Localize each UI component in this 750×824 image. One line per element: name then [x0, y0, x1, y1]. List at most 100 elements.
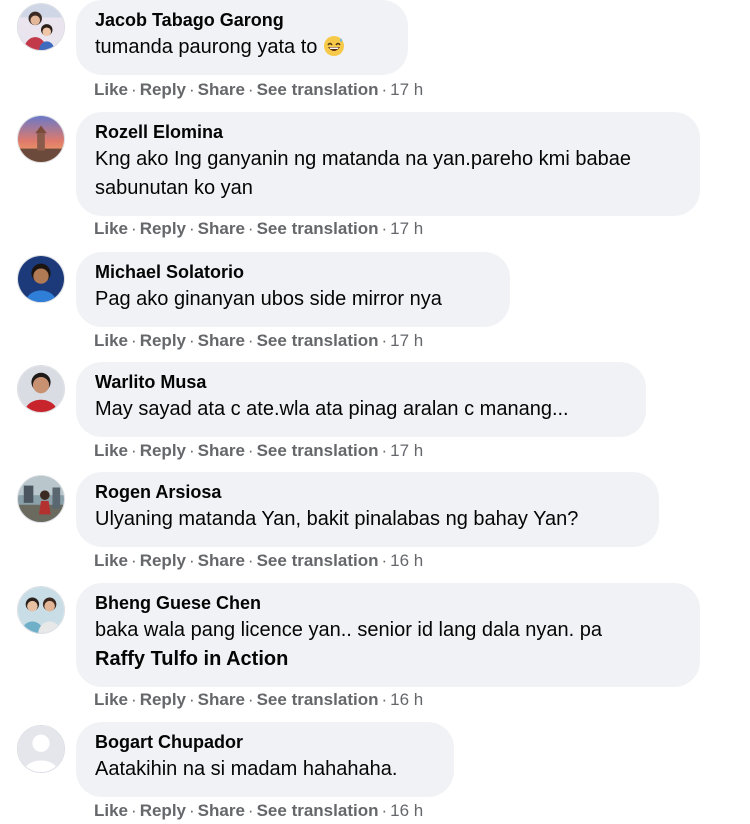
separator: ·	[189, 331, 195, 350]
comment-timestamp[interactable]: 16 h	[390, 551, 423, 570]
comment-author[interactable]: Warlito Musa	[95, 371, 627, 393]
separator: ·	[247, 801, 254, 820]
comment-actions: Like · Reply · Share · See translation · 17 h	[94, 441, 423, 461]
reply-link[interactable]: Reply	[140, 80, 186, 99]
separator: ·	[247, 80, 254, 99]
reply-link[interactable]: Reply	[140, 331, 186, 350]
comment-bubble: Rogen Arsiosa Ulyaning matanda Yan, baki…	[76, 472, 659, 547]
avatar-default-icon	[18, 726, 64, 772]
comment-timestamp[interactable]: 16 h	[390, 801, 423, 820]
comment-timestamp[interactable]: 16 h	[390, 690, 423, 709]
comment-timestamp[interactable]: 17 h	[390, 80, 423, 99]
share-link[interactable]: Share	[198, 551, 245, 570]
separator: ·	[131, 441, 137, 460]
avatar-man-red-icon	[18, 366, 64, 412]
comment-text: Ulyaning matanda Yan, bakit pinalabas ng…	[95, 508, 579, 530]
comment-text-body: tumanda paurong yata to	[95, 36, 318, 58]
comment-text: May sayad ata c ate.wla ata pinag aralan…	[95, 398, 569, 420]
comment-author[interactable]: Bogart Chupador	[95, 731, 435, 753]
comment-actions: Like · Reply · Share · See translation · 16 h	[94, 551, 423, 571]
see-translation-link[interactable]: See translation	[257, 331, 379, 350]
reply-link[interactable]: Reply	[140, 219, 186, 238]
comment-author[interactable]: Michael Solatorio	[95, 261, 491, 283]
like-link[interactable]: Like	[94, 551, 128, 570]
share-link[interactable]: Share	[198, 441, 245, 460]
see-translation-link[interactable]: See translation	[257, 80, 379, 99]
like-link[interactable]: Like	[94, 801, 128, 820]
separator: ·	[247, 331, 254, 350]
comment-actions: Like · Reply · Share · See translation · 17 h	[94, 80, 423, 100]
comment-timestamp[interactable]: 17 h	[390, 441, 423, 460]
reply-link[interactable]: Reply	[140, 441, 186, 460]
see-translation-link[interactable]: See translation	[257, 690, 379, 709]
separator: ·	[131, 331, 137, 350]
reply-link[interactable]: Reply	[140, 690, 186, 709]
share-link[interactable]: Share	[198, 801, 245, 820]
separator: ·	[381, 801, 388, 820]
avatar-outdoor-icon	[18, 476, 64, 522]
comment-actions: Like · Reply · Share · See translation · 17 h	[94, 219, 423, 239]
avatar-boy-blue-icon	[18, 256, 64, 302]
comment-bubble: Rozell Elomina Kng ako Ing ganyanin ng m…	[76, 112, 700, 216]
share-link[interactable]: Share	[198, 690, 245, 709]
like-link[interactable]: Like	[94, 690, 128, 709]
like-link[interactable]: Like	[94, 80, 128, 99]
mention-link[interactable]: Raffy Tulfo in Action	[95, 648, 288, 670]
separator: ·	[381, 441, 388, 460]
separator: ·	[189, 219, 195, 238]
see-translation-link[interactable]: See translation	[257, 801, 379, 820]
share-link[interactable]: Share	[198, 331, 245, 350]
like-link[interactable]: Like	[94, 441, 128, 460]
like-link[interactable]: Like	[94, 219, 128, 238]
separator: ·	[131, 80, 137, 99]
comment-author[interactable]: Bheng Guese Chen	[95, 592, 681, 614]
separator: ·	[131, 801, 137, 820]
comment-text-body: baka wala pang licence yan.. senior id l…	[95, 619, 603, 641]
comment-timestamp[interactable]: 17 h	[390, 331, 423, 350]
avatar-sunset-icon	[18, 116, 64, 162]
see-translation-link[interactable]: See translation	[257, 441, 379, 460]
separator: ·	[189, 551, 195, 570]
comment-bubble: Jacob Tabago Garong tumanda paurong yata…	[76, 0, 408, 75]
separator: ·	[189, 801, 195, 820]
separator: ·	[131, 219, 137, 238]
separator: ·	[131, 551, 137, 570]
avatar-two-people-icon	[18, 587, 64, 633]
comment-text: baka wala pang licence yan.. senior id l…	[95, 616, 681, 674]
comment-text: tumanda paurong yata to	[95, 33, 389, 62]
separator: ·	[381, 331, 388, 350]
see-translation-link[interactable]: See translation	[257, 219, 379, 238]
comment-actions: Like · Reply · Share · See translation · 16 h	[94, 690, 423, 710]
separator: ·	[189, 441, 195, 460]
comment-actions: Like · Reply · Share · See translation · 16 h	[94, 801, 423, 821]
avatar[interactable]	[17, 255, 65, 303]
comment-bubble: Warlito Musa May sayad ata c ate.wla ata…	[76, 362, 646, 437]
share-link[interactable]: Share	[198, 219, 245, 238]
avatar[interactable]	[17, 475, 65, 523]
avatar[interactable]	[17, 725, 65, 773]
avatar[interactable]	[17, 586, 65, 634]
comment-text: Aatakihin na si madam hahahaha.	[95, 758, 398, 780]
like-link[interactable]: Like	[94, 331, 128, 350]
comment-author[interactable]: Jacob Tabago Garong	[95, 9, 389, 31]
see-translation-link[interactable]: See translation	[257, 551, 379, 570]
comment-bubble: Michael Solatorio Pag ako ginanyan ubos …	[76, 252, 510, 327]
comment-author[interactable]: Rozell Elomina	[95, 121, 681, 143]
separator: ·	[381, 551, 388, 570]
separator: ·	[247, 219, 254, 238]
reply-link[interactable]: Reply	[140, 801, 186, 820]
share-link[interactable]: Share	[198, 80, 245, 99]
comment-text: Pag ako ginanyan ubos side mirror nya	[95, 288, 442, 310]
comment-actions: Like · Reply · Share · See translation · 17 h	[94, 331, 423, 351]
avatar[interactable]	[17, 365, 65, 413]
separator: ·	[381, 80, 388, 99]
avatar[interactable]	[17, 3, 65, 51]
comment-bubble: Bheng Guese Chen baka wala pang licence …	[76, 583, 700, 687]
separator: ·	[189, 690, 195, 709]
avatar[interactable]	[17, 115, 65, 163]
comment-text: Kng ako Ing ganyanin ng matanda na yan.p…	[95, 148, 631, 199]
comment-author[interactable]: Rogen Arsiosa	[95, 481, 640, 503]
comment-timestamp[interactable]: 17 h	[390, 219, 423, 238]
avatar-mother-child-icon	[18, 4, 64, 50]
reply-link[interactable]: Reply	[140, 551, 186, 570]
